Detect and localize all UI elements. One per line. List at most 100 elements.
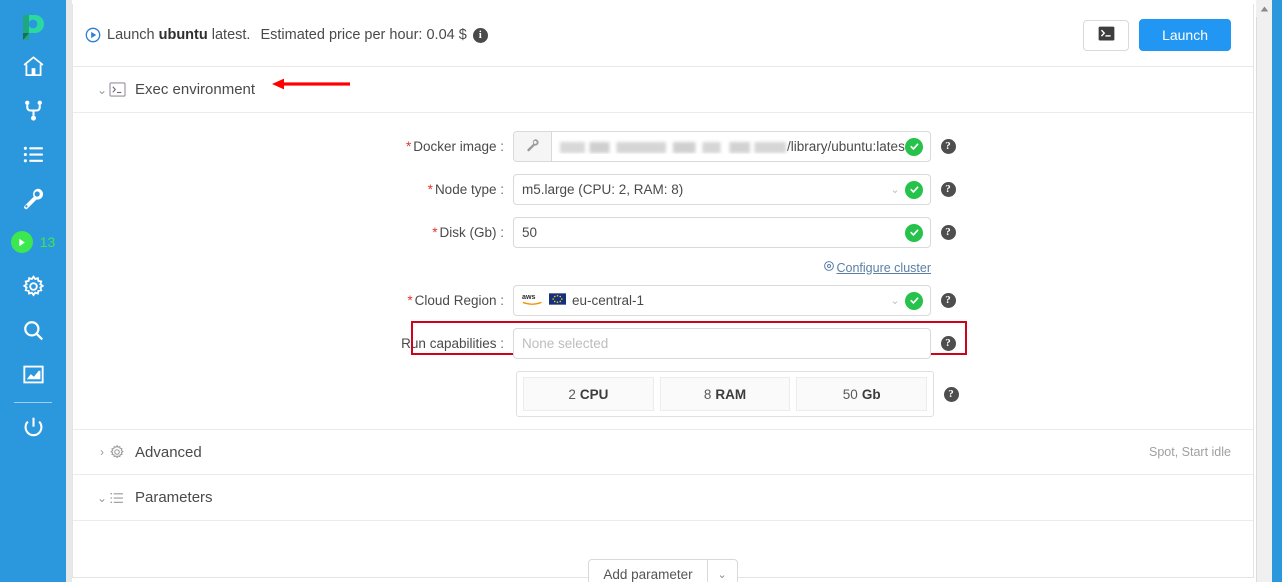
add-parameter-dropdown-icon[interactable]: ⌄	[706, 560, 737, 582]
title-prefix: Launch	[107, 27, 159, 43]
help-run-capabilities[interactable]: ?	[931, 336, 965, 351]
valid-check-icon	[905, 137, 923, 156]
terminal-icon	[1098, 26, 1115, 44]
node-type-value: m5.large (CPU: 2, RAM: 8)	[522, 182, 684, 197]
spec-outer-box: 2 CPU 8 RAM 50 Gb	[516, 371, 934, 417]
section-advanced[interactable]: › Advanced Spot, Start idle	[73, 429, 1253, 475]
sidebar-item-search[interactable]	[0, 308, 66, 352]
tools-icon	[21, 186, 46, 211]
docker-registry-button[interactable]	[514, 132, 552, 161]
required-marker: *	[432, 225, 438, 240]
chevron-down-icon[interactable]: ⌄	[885, 294, 905, 307]
disk-value: 50	[522, 225, 538, 240]
sidebar-item-pipelines[interactable]	[0, 88, 66, 132]
vertical-scrollbar[interactable]	[1256, 0, 1272, 582]
price-text: Estimated price per hour: 0.04 $	[260, 27, 467, 43]
chevron-down-icon[interactable]: ⌄	[95, 83, 109, 97]
docker-image-input[interactable]: /library/ubuntu:latest	[513, 131, 931, 162]
sidebar-item-settings[interactable]	[0, 264, 66, 308]
right-blue-strip	[1272, 0, 1282, 582]
label-colon: :	[496, 225, 504, 240]
valid-check-icon	[905, 223, 923, 242]
label-docker-image: * Docker image :	[73, 139, 513, 154]
label-colon: :	[496, 182, 504, 197]
terminal-button[interactable]	[1083, 19, 1130, 51]
search-icon	[21, 318, 46, 343]
gear-icon	[109, 444, 131, 460]
run-capabilities-select[interactable]: None selected	[513, 328, 931, 359]
svg-text:aws: aws	[522, 293, 535, 301]
eu-flag-icon	[549, 293, 566, 308]
chevron-right-icon[interactable]: ›	[95, 445, 109, 459]
aws-icon: aws	[522, 292, 544, 309]
label-node-type: * Node type :	[73, 182, 513, 197]
label-colon: :	[496, 336, 504, 351]
scroll-up-button[interactable]	[1256, 0, 1272, 17]
section-label-advanced: Advanced	[135, 443, 202, 461]
launch-play-icon	[85, 27, 101, 43]
help-instance-spec[interactable]: ?	[934, 386, 968, 402]
settings-icon	[21, 274, 46, 299]
section-parameters[interactable]: ⌄ Parameters	[73, 475, 1253, 521]
label-run-capabilities: Run capabilities :	[73, 336, 513, 351]
field-disk: * Disk (Gb) : 50 ?	[73, 217, 1253, 248]
question-icon: ?	[940, 336, 956, 351]
info-icon[interactable]: i	[472, 27, 488, 43]
header-actions: Launch	[1083, 19, 1231, 51]
required-marker: *	[427, 182, 433, 197]
list-icon	[109, 490, 131, 506]
help-node-type[interactable]: ?	[931, 182, 965, 197]
spec-ram-unit: RAM	[715, 386, 747, 402]
required-marker: *	[405, 139, 412, 154]
disk-input[interactable]: 50	[513, 217, 931, 248]
sidebar-item-billing[interactable]	[0, 352, 66, 396]
cloud-region-value: eu-central-1	[572, 293, 645, 308]
add-parameter-split-button: Add parameter ⌄	[588, 559, 738, 582]
docker-image-value: /library/ubuntu:latest	[552, 139, 905, 154]
instance-spec-summary: 2 CPU 8 RAM 50 Gb ?	[73, 371, 1253, 417]
question-icon: ?	[940, 139, 956, 154]
launch-button[interactable]: Launch	[1139, 19, 1231, 51]
spec-cpu-unit: CPU	[579, 386, 609, 402]
help-cloud-region[interactable]: ?	[931, 293, 965, 308]
label-cloud-region: * Cloud Region :	[73, 293, 513, 308]
label-text: Cloud Region	[414, 293, 497, 308]
chevron-down-icon[interactable]: ⌄	[95, 491, 109, 505]
help-disk[interactable]: ?	[931, 225, 965, 240]
field-docker-image: *Docker image : /library/ubuntu:latest	[73, 131, 1253, 162]
sidebar-item-runs[interactable]: 13	[0, 220, 66, 264]
label-text: Run capabilities	[401, 336, 497, 351]
section-label-parameters: Parameters	[135, 489, 213, 506]
node-type-select[interactable]: m5.large (CPU: 2, RAM: 8) ⌄	[513, 174, 931, 205]
label-disk: * Disk (Gb) :	[73, 225, 513, 240]
sidebar-item-logout[interactable]	[0, 405, 66, 449]
sidebar-item-tools[interactable]	[0, 176, 66, 220]
spec-cpu-value: 2	[568, 386, 576, 402]
launch-header: Launch ubuntu latest. Estimated price pe…	[73, 4, 1253, 67]
sidebar-item-home[interactable]	[0, 44, 66, 88]
cloud-region-select[interactable]: aws eu-central-1 ⌄	[513, 285, 931, 316]
label-colon: :	[496, 293, 504, 308]
label-text: Docker image	[413, 139, 497, 154]
title-suffix: latest.	[207, 27, 251, 43]
spec-disk-unit: Gb	[861, 386, 881, 402]
chevron-down-icon[interactable]: ⌄	[885, 183, 905, 196]
cluster-icon	[823, 260, 835, 275]
add-parameter-button[interactable]: Add parameter	[589, 560, 706, 582]
help-docker-image[interactable]: ?	[931, 139, 965, 154]
app-root: 13 Launch ubuntu latest. Estimated price…	[0, 0, 1282, 582]
sidebar-divider	[14, 402, 52, 403]
add-parameter-row: Add parameter ⌄	[73, 559, 1253, 582]
sidebar-item-library[interactable]	[0, 132, 66, 176]
billing-icon	[21, 362, 46, 387]
title-image-name: ubuntu	[158, 27, 208, 43]
exec-environment-form: *Docker image : /library/ubuntu:latest	[73, 113, 1253, 417]
launch-title-text: Launch ubuntu latest.	[107, 27, 250, 43]
configure-cluster-link[interactable]: Configure cluster	[513, 260, 931, 275]
spec-ram: 8 RAM	[659, 377, 791, 411]
section-exec-environment[interactable]: ⌄ Exec environment	[73, 67, 1253, 113]
cloud-pipeline-logo[interactable]	[16, 10, 50, 44]
spec-disk-value: 50	[842, 386, 858, 402]
pipelines-icon	[21, 98, 46, 123]
section-label-exec-environment: Exec environment	[135, 81, 256, 98]
